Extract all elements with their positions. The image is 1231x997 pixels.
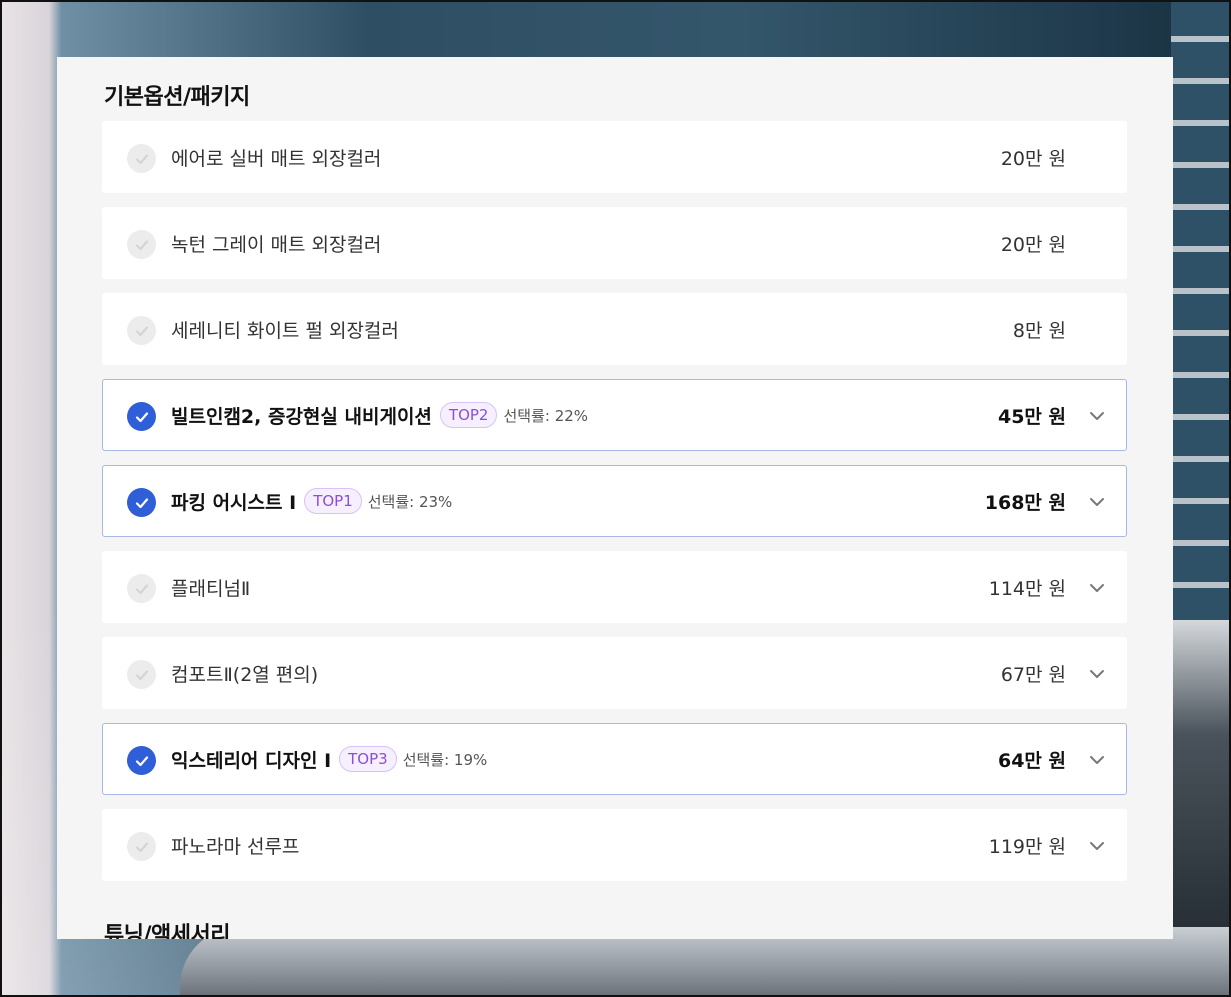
checkmark-icon[interactable] (127, 402, 156, 431)
background-building (1171, 0, 1231, 640)
checkmark-icon[interactable] (127, 746, 156, 775)
option-name-wrap: 빌트인캠2, 증강현실 내비게이션 TOP2 선택률: 22% (171, 402, 588, 429)
section-title-basic-options: 기본옵션/패키지 (104, 85, 250, 110)
rank-badge: TOP3 (339, 746, 397, 772)
chevron-down-icon[interactable] (1088, 837, 1106, 855)
option-row[interactable]: 플래티넘Ⅱ 114만 원 (102, 551, 1127, 623)
section-title-tuning: 튜닝/액세서리 (104, 923, 230, 939)
option-row[interactable]: 파킹 어시스트 Ⅰ TOP1 선택률: 23% 168만 원 (102, 465, 1127, 537)
option-price: 119만 원 (988, 835, 1066, 858)
option-price: 20만 원 (1000, 233, 1066, 256)
option-price: 20만 원 (1000, 147, 1066, 170)
option-name-wrap: 녹턴 그레이 매트 외장컬러 (171, 230, 381, 257)
chevron-down-icon[interactable] (1088, 751, 1106, 769)
checkmark-icon[interactable] (127, 488, 156, 517)
checkmark-icon[interactable] (127, 574, 156, 603)
checkmark-icon[interactable] (127, 230, 156, 259)
option-name: 파킹 어시스트 Ⅰ (171, 491, 297, 514)
option-price: 8만 원 (1012, 319, 1066, 342)
option-price: 114만 원 (988, 577, 1066, 600)
option-name: 세레니티 화이트 펄 외장컬러 (171, 319, 399, 342)
option-row[interactable]: 파노라마 선루프 119만 원 (102, 809, 1127, 881)
checkmark-icon-glyph (135, 583, 148, 594)
selection-rate: 선택률: 23% (367, 492, 453, 511)
option-name: 익스테리어 디자인 Ⅰ (171, 749, 332, 772)
checkmark-icon-glyph (135, 841, 148, 852)
checkmark-icon-glyph (135, 153, 148, 164)
checkmark-icon-glyph (135, 325, 148, 336)
option-name: 빌트인캠2, 증강현실 내비게이션 (171, 405, 432, 428)
option-price: 168만 원 (984, 491, 1066, 514)
chevron-down-icon[interactable] (1088, 665, 1106, 683)
checkmark-icon-glyph (135, 239, 148, 250)
option-name: 에어로 실버 매트 외장컬러 (171, 147, 382, 170)
options-panel: 기본옵션/패키지 에어로 실버 매트 외장컬러 20만 원 녹턴 그레이 매트 외장… (57, 57, 1173, 939)
checkmark-icon-glyph (135, 497, 148, 508)
option-price: 67만 원 (1000, 663, 1066, 686)
option-name-wrap: 플래티넘Ⅱ (171, 574, 250, 601)
chevron-down-icon[interactable] (1088, 579, 1106, 597)
option-row[interactable]: 컴포트Ⅱ(2열 편의) 67만 원 (102, 637, 1127, 709)
option-row[interactable]: 익스테리어 디자인 Ⅰ TOP3 선택률: 19% 64만 원 (102, 723, 1127, 795)
checkmark-icon-glyph (135, 755, 148, 766)
option-name-wrap: 파킹 어시스트 Ⅰ TOP1 선택률: 23% (171, 488, 452, 515)
option-row[interactable]: 에어로 실버 매트 외장컬러 20만 원 (102, 121, 1127, 193)
option-name-wrap: 에어로 실버 매트 외장컬러 (171, 144, 381, 171)
selection-rate: 선택률: 19% (402, 750, 488, 769)
checkmark-icon[interactable] (127, 660, 156, 689)
option-name: 플래티넘Ⅱ (171, 577, 251, 600)
option-name: 녹턴 그레이 매트 외장컬러 (171, 233, 382, 256)
option-name: 컴포트Ⅱ(2열 편의) (171, 663, 319, 686)
option-row[interactable]: 녹턴 그레이 매트 외장컬러 20만 원 (102, 207, 1127, 279)
checkmark-icon[interactable] (127, 832, 156, 861)
checkmark-icon[interactable] (127, 144, 156, 173)
option-name-wrap: 컴포트Ⅱ(2열 편의) (171, 660, 318, 687)
checkmark-icon[interactable] (127, 316, 156, 345)
option-name-wrap: 파노라마 선루프 (171, 832, 299, 859)
rank-badge: TOP2 (439, 402, 498, 428)
option-list: 에어로 실버 매트 외장컬러 20만 원 녹턴 그레이 매트 외장컬러 20만 원 세레… (102, 121, 1127, 895)
option-row[interactable]: 빌트인캠2, 증강현실 내비게이션 TOP2 선택률: 22% 45만 원 (102, 379, 1127, 451)
option-name-wrap: 익스테리어 디자인 Ⅰ TOP3 선택률: 19% (171, 746, 487, 773)
option-name: 파노라마 선루프 (171, 835, 300, 858)
checkmark-icon-glyph (135, 411, 148, 422)
option-name-wrap: 세레니티 화이트 펄 외장컬러 (171, 316, 399, 343)
option-price: 45만 원 (997, 405, 1066, 428)
rank-badge: TOP1 (304, 488, 362, 514)
chevron-down-icon[interactable] (1088, 493, 1106, 511)
option-row[interactable]: 세레니티 화이트 펄 외장컬러 8만 원 (102, 293, 1127, 365)
checkmark-icon-glyph (135, 669, 148, 680)
chevron-down-icon[interactable] (1088, 407, 1106, 425)
option-price: 64만 원 (997, 749, 1066, 772)
selection-rate: 선택률: 22% (503, 406, 589, 425)
